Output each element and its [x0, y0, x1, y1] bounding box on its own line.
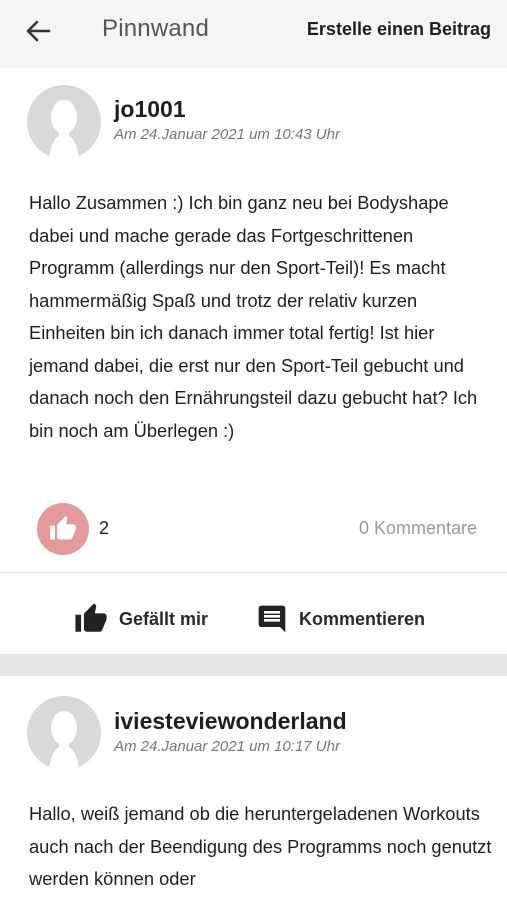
post-card: iviesteviewonderland Am 24.Januar 2021 u…: [0, 676, 507, 900]
avatar[interactable]: [27, 85, 101, 159]
post-author[interactable]: iviesteviewonderland: [114, 708, 347, 735]
post-body: Hallo Zusammen :) Ich bin ganz neu bei B…: [29, 192, 478, 441]
comment-button[interactable]: Kommentieren: [256, 599, 425, 639]
post-timestamp: Am 24.Januar 2021 um 10:17 Uhr: [114, 738, 340, 755]
like-button[interactable]: Gefällt mir: [74, 599, 208, 639]
divider: [0, 572, 507, 573]
post-timestamp: Am 24.Januar 2021 um 10:43 Uhr: [114, 126, 340, 143]
back-button[interactable]: [22, 14, 62, 50]
top-bar: Pinnwand Erstelle einen Beitrag: [0, 0, 507, 68]
post-author[interactable]: jo1001: [114, 96, 186, 123]
comment-icon: [258, 605, 286, 633]
post-body: Hallo, weiß jemand ob die heruntergelade…: [29, 803, 492, 889]
avatar[interactable]: [27, 696, 101, 770]
user-silhouette-icon: [27, 85, 101, 159]
like-count: 2: [99, 518, 110, 538]
arrow-left-icon: [26, 20, 51, 42]
comment-count[interactable]: 0 Kommentare: [359, 518, 477, 539]
thumbs-up-icon: [75, 603, 107, 632]
user-silhouette-icon: [27, 696, 101, 770]
like-button-label: Gefällt mir: [119, 608, 209, 629]
post-separator: [0, 654, 507, 676]
post-card: jo1001 Am 24.Januar 2021 um 10:43 Uhr Ha…: [0, 68, 507, 654]
thumbs-up-icon: [50, 516, 76, 540]
comment-button-label: Kommentieren: [299, 608, 426, 629]
page-title: Pinnwand: [102, 15, 210, 42]
create-post-button[interactable]: Erstelle einen Beitrag: [307, 19, 491, 40]
like-badge: [37, 503, 89, 555]
